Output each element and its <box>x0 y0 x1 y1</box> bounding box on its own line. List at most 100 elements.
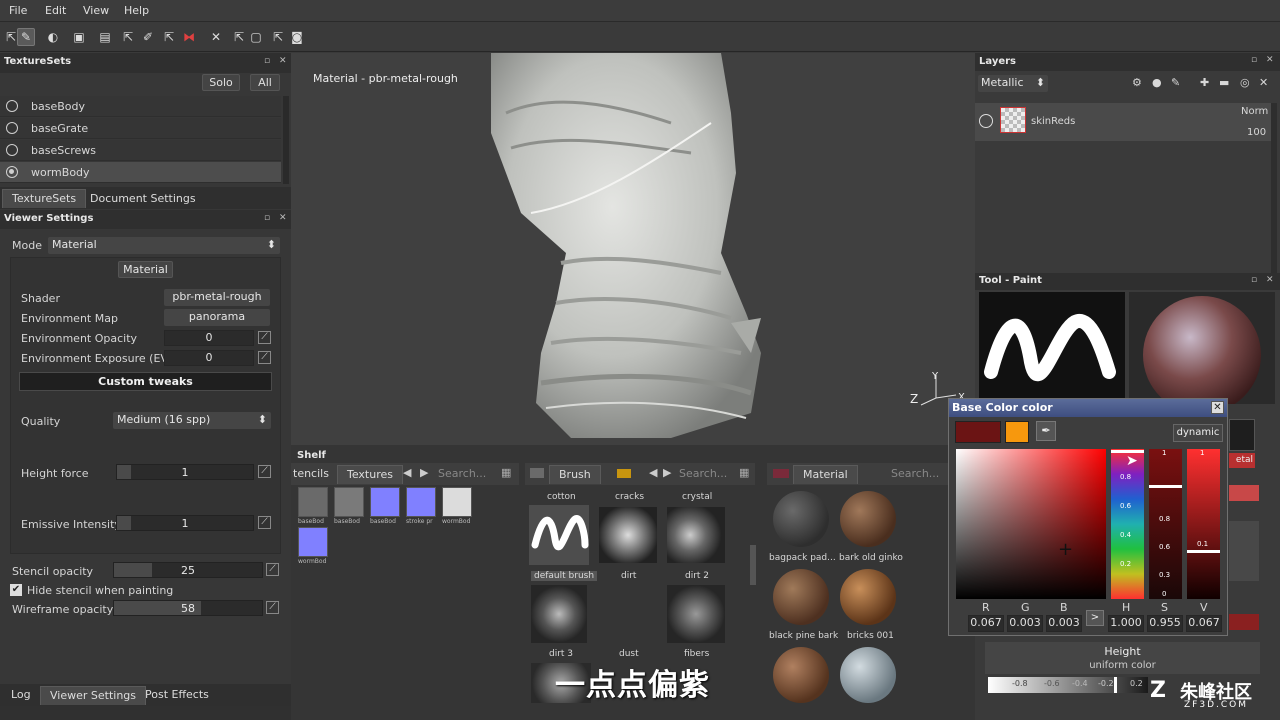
menu-edit[interactable]: Edit <box>45 4 66 17</box>
delete-layer-icon[interactable]: ✕ <box>1259 76 1268 89</box>
tab-brush[interactable]: Brush <box>549 465 601 484</box>
textureset-item[interactable]: baseBody <box>0 96 281 117</box>
textureset-item-selected[interactable]: wormBody <box>0 162 281 183</box>
add-layer-icon[interactable]: ✚ <box>1200 76 1209 89</box>
material-ball-row3b[interactable] <box>840 647 896 703</box>
edit-pen-icon[interactable]: ⟋ <box>266 563 279 576</box>
convert-arrow-button[interactable]: > <box>1086 610 1104 626</box>
textureset-item[interactable]: baseScrews <box>0 140 281 161</box>
brush-thumb-fibers[interactable] <box>667 585 725 643</box>
env-opacity-field[interactable]: 0 <box>164 330 254 346</box>
material-ball-pine-bark[interactable] <box>773 569 829 625</box>
value-slider[interactable]: 1 0.1 <box>1187 449 1220 599</box>
tab-document-settings[interactable]: Document Settings <box>81 190 205 209</box>
material-search[interactable]: Search... <box>891 467 939 480</box>
close-icon[interactable]: ✕ <box>279 213 287 223</box>
menu-help[interactable]: Help <box>124 4 149 17</box>
folder-icon[interactable]: ▬ <box>1219 76 1229 89</box>
height-force-slider[interactable]: 1 <box>116 464 254 480</box>
hide-stencil-checkbox[interactable]: ✔ <box>10 584 22 596</box>
material-ball-bricks[interactable] <box>840 569 896 625</box>
material-ball-bark-ginko[interactable] <box>840 491 896 547</box>
layer-row[interactable]: skinReds Norm 100 <box>975 103 1271 141</box>
edit-pen-icon[interactable]: ⟋ <box>266 601 279 614</box>
v-input[interactable]: 0.067 <box>1186 615 1222 632</box>
polyfill-tool-icon[interactable]: ▤ <box>96 28 114 46</box>
material-button[interactable]: Material <box>118 261 173 278</box>
radio-icon[interactable] <box>6 122 18 134</box>
g-input[interactable]: 0.003 <box>1007 615 1043 632</box>
all-button[interactable]: All <box>250 74 280 91</box>
close-icon[interactable]: ✕ <box>1211 401 1224 414</box>
saturation-handle[interactable] <box>1149 485 1182 488</box>
eraser-tool-icon[interactable]: ◐ <box>44 28 62 46</box>
solo-button[interactable]: Solo <box>202 74 240 91</box>
material-ball-row3a[interactable] <box>773 647 829 703</box>
paint-layer-icon[interactable]: ✎ <box>1171 76 1180 89</box>
layer-opacity[interactable]: 100 <box>1247 127 1266 138</box>
quality-select[interactable]: Medium (16 spp) ⬍ <box>113 412 271 429</box>
edit-pen-icon[interactable]: ⟋ <box>258 516 271 529</box>
layer-visibility-icon[interactable] <box>979 114 993 128</box>
popout-icon[interactable]: ▫ <box>1251 55 1257 65</box>
envmap-button[interactable]: panorama <box>164 309 270 326</box>
texture-thumb[interactable] <box>406 487 436 517</box>
mode-select[interactable]: Material ⬍ <box>48 237 280 254</box>
folder-icon[interactable] <box>617 469 631 478</box>
tab-texturesets[interactable]: TextureSets <box>2 189 87 208</box>
tab-material[interactable]: Material <box>793 465 858 484</box>
textureset-scrollbar[interactable] <box>283 96 289 184</box>
view-3d-icon[interactable]: ▢ <box>247 28 265 46</box>
custom-tweaks-header[interactable]: Custom tweaks <box>19 372 272 391</box>
edit-pen-icon[interactable]: ⟋ <box>258 351 271 364</box>
prev-arrow-icon[interactable]: ◀ <box>403 466 411 479</box>
popout-icon[interactable]: ▫ <box>264 56 270 66</box>
shader-button[interactable]: pbr-metal-rough <box>164 289 270 306</box>
3d-viewport[interactable]: Y Z X Material - pbr-metal-rough <box>291 53 975 445</box>
next-arrow-icon[interactable]: ▶ <box>663 466 671 479</box>
picker-crosshair-icon[interactable]: + <box>1058 541 1073 559</box>
texture-thumb[interactable] <box>442 487 472 517</box>
brush-search[interactable]: Search... <box>679 467 727 480</box>
popout-icon-4[interactable]: ⇱ <box>269 28 287 46</box>
grid-view-icon[interactable]: ▦ <box>739 466 749 479</box>
tab-viewer-settings[interactable]: Viewer Settings <box>40 686 147 705</box>
saturation-value-picker[interactable]: + <box>956 449 1106 599</box>
mask-icon[interactable]: ⚙ <box>1132 76 1142 89</box>
paint-brush-tool-icon[interactable]: ✎ <box>17 28 35 46</box>
color-strip-2[interactable] <box>1229 614 1259 630</box>
prev-arrow-icon[interactable]: ◀ <box>649 466 657 479</box>
texture-thumb[interactable] <box>298 527 328 557</box>
close-icon[interactable]: ✕ <box>1266 275 1274 285</box>
tab-log[interactable]: Log <box>2 686 40 705</box>
dynamic-button[interactable]: dynamic <box>1173 424 1223 442</box>
brush-thumb-default[interactable] <box>529 505 589 565</box>
brush-thumb-dirt2[interactable] <box>667 507 725 563</box>
brush-thumb-dirt3[interactable] <box>531 585 587 643</box>
popout-icon-2[interactable]: ⇱ <box>160 28 178 46</box>
brush-scrollbar[interactable] <box>750 545 756 585</box>
hue-slider[interactable]: 0.8 0.6 0.4 0.2 ➤ <box>1111 449 1144 599</box>
texture-thumb[interactable] <box>370 487 400 517</box>
emissive-slider[interactable]: 1 <box>116 515 254 531</box>
channel-select[interactable]: Metallic ⬍ <box>978 75 1048 92</box>
fill-layer-icon[interactable]: ● <box>1152 76 1162 89</box>
next-arrow-icon[interactable]: ▶ <box>420 466 428 479</box>
s-input[interactable]: 0.955 <box>1147 615 1183 632</box>
swatch-dark[interactable] <box>1229 419 1255 451</box>
wireframe-slider[interactable]: 58 <box>113 600 263 616</box>
tab-stencils[interactable]: tencils <box>291 465 331 484</box>
eyedropper-icon[interactable]: ✒ <box>1036 421 1056 441</box>
camera-icon[interactable]: ◙ <box>288 28 306 46</box>
radio-icon[interactable] <box>6 100 18 112</box>
h-input[interactable]: 1.000 <box>1108 615 1144 632</box>
textures-search[interactable]: Search... <box>438 467 486 480</box>
texture-thumb[interactable] <box>298 487 328 517</box>
menu-view[interactable]: View <box>83 4 109 17</box>
grid-view-icon[interactable]: ▦ <box>501 466 511 479</box>
close-icon[interactable]: ✕ <box>279 56 287 66</box>
smudge-tool-icon[interactable]: ⇱ <box>119 28 137 46</box>
stencil-opacity-slider[interactable]: 25 <box>113 562 263 578</box>
tab-post-effects[interactable]: Post Effects <box>136 686 218 705</box>
material-ball-bagpack[interactable] <box>773 491 829 547</box>
